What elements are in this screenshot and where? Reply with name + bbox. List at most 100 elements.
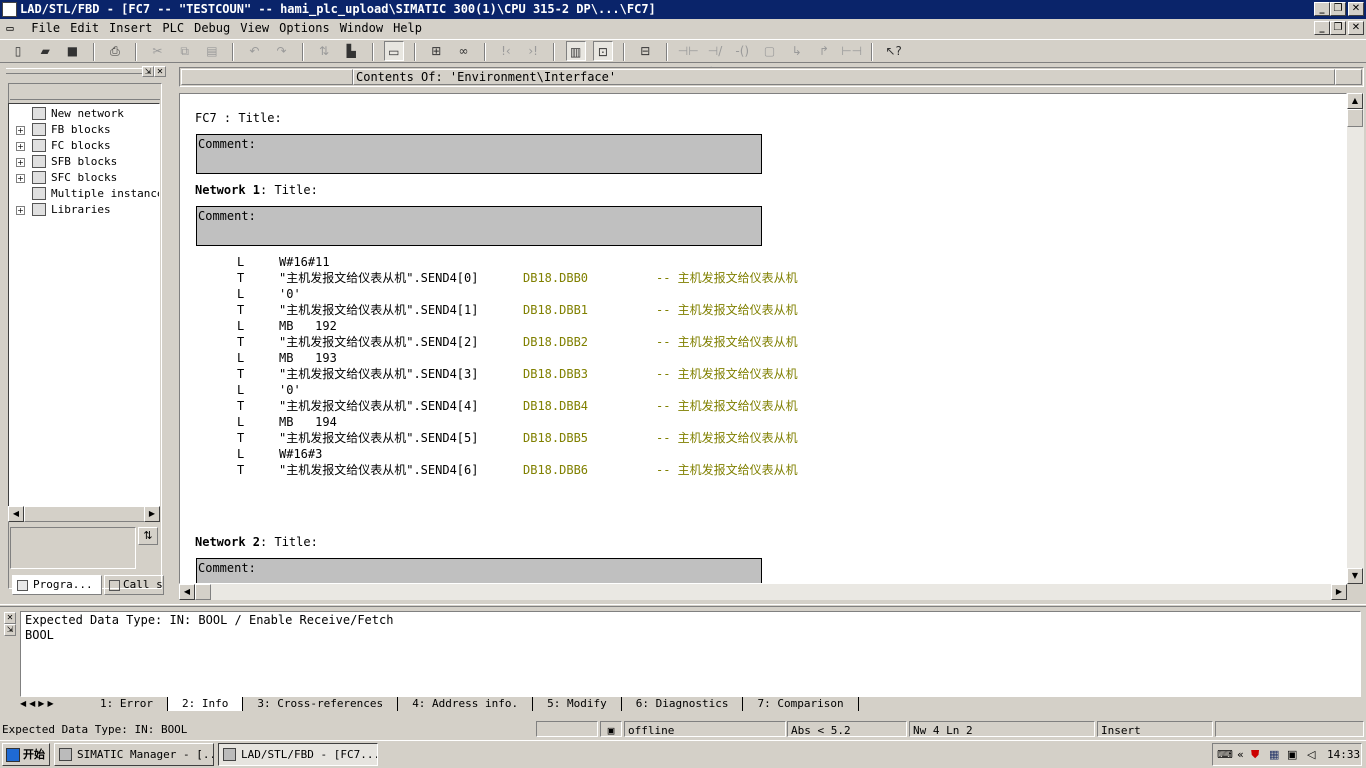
network-2-comment-box[interactable]: Comment: (196, 558, 762, 583)
shield-icon[interactable]: ⛊ (1251, 744, 1259, 765)
tree-item[interactable]: + SFB blocks (9, 154, 159, 170)
minimize-icon[interactable]: _ (1314, 2, 1330, 16)
menu-edit[interactable]: Edit (66, 19, 105, 38)
output-tab-5[interactable]: 5: Modify (533, 697, 622, 711)
monitor-icon[interactable]: ∞ (453, 41, 473, 61)
keyboard-icon[interactable]: ⌨ (1217, 744, 1233, 765)
menu-plc[interactable]: PLC (158, 19, 190, 38)
doc-close-icon[interactable]: ✕ (1348, 21, 1364, 35)
tree-item[interactable]: Multiple instances (9, 186, 159, 202)
output-tab-2[interactable]: 2: Info (167, 697, 244, 711)
document-menu-icon[interactable]: ▭ (0, 19, 20, 38)
code-editor[interactable]: FC7 : Title: Comment: Network 1: Title: … (179, 93, 1347, 584)
clock[interactable]: 14:33 (1327, 744, 1360, 765)
copy-icon[interactable]: ⧉ (175, 41, 195, 61)
output-float-icon[interactable]: ⇲ (4, 624, 16, 636)
editor-hscrollbar[interactable]: ◀ ▶ (179, 584, 1347, 600)
tree-item[interactable]: + Libraries (9, 202, 159, 218)
block-comment-box[interactable]: Comment: (196, 134, 762, 174)
details-icon[interactable]: ▥ (565, 41, 586, 61)
new-network-icon[interactable]: ⊟ (635, 41, 655, 61)
contact-icon[interactable]: ⊣⊢ (678, 41, 699, 61)
output-tab-1[interactable]: 1: Error (86, 697, 168, 711)
nc-contact-icon[interactable]: ⊣/⊢ (705, 41, 725, 78)
scroll-down-icon[interactable]: ▼ (1347, 568, 1363, 584)
menu-window[interactable]: Window (336, 19, 389, 38)
expand-icon[interactable]: + (16, 206, 25, 215)
branch-open-icon[interactable]: ↳ (787, 41, 807, 61)
menu-options[interactable]: Options (275, 19, 336, 38)
output-tab-7[interactable]: 7: Comparison (743, 697, 859, 711)
sync-icon[interactable]: ⇅ (138, 527, 158, 545)
overview-icon[interactable]: ▭ (383, 41, 404, 61)
redo-icon[interactable]: ↷ (272, 41, 292, 61)
output-tab-4[interactable]: 4: Address info. (398, 697, 534, 711)
pane-close-icon[interactable]: ✕ (154, 66, 166, 77)
first-error-icon[interactable]: !‹ (496, 41, 516, 61)
output-close-icon[interactable]: ✕ (4, 612, 16, 624)
scroll-up-icon[interactable]: ▲ (1347, 93, 1363, 109)
tree-item[interactable]: + SFC blocks (9, 170, 159, 186)
undo-icon[interactable]: ↶ (244, 41, 264, 61)
pane-float-icon[interactable]: ⇲ (142, 66, 154, 77)
scroll-thumb[interactable] (24, 506, 146, 522)
open-icon[interactable]: ▰ (35, 41, 55, 61)
coil-icon[interactable]: -() (732, 41, 752, 61)
expand-icon[interactable]: + (16, 174, 25, 183)
output-tab-6[interactable]: 6: Diagnostics (622, 697, 744, 711)
output-tab-3[interactable]: 3: Cross-references (243, 697, 399, 711)
hscroll-right-icon[interactable]: ▶ (1331, 584, 1347, 600)
connection-icon[interactable]: ⊢⊣ (841, 41, 862, 61)
scroll-right-icon[interactable]: ▶ (144, 506, 160, 522)
taskbar-button[interactable]: LAD/STL/FBD - [FC7... (218, 743, 378, 766)
maximize-icon[interactable]: ❐ (1330, 2, 1346, 16)
doc-minimize-icon[interactable]: _ (1314, 21, 1330, 35)
network-icon[interactable]: ⊞ (426, 41, 446, 61)
paste-icon[interactable]: ▤ (202, 41, 222, 61)
new-icon[interactable]: ▯ (8, 41, 28, 61)
tree-item[interactable]: + FC blocks (9, 138, 159, 154)
monitor-tray-icon[interactable]: ▣ (1287, 744, 1297, 765)
tree-hscrollbar[interactable]: ◀ ▶ (8, 506, 160, 522)
tab-program-elements[interactable]: Progra... (12, 575, 102, 595)
box-icon[interactable]: ▢ (760, 41, 780, 61)
expand-icon[interactable]: + (16, 126, 25, 135)
network-1-comment-box[interactable]: Comment: (196, 206, 762, 246)
help-icon[interactable]: ↖? (884, 41, 904, 61)
vscroll-thumb[interactable] (1347, 109, 1363, 127)
tab-call-structure[interactable]: Call s (104, 575, 164, 595)
start-button[interactable]: 开始 (2, 743, 50, 766)
splitter[interactable] (0, 604, 1366, 607)
interface-header-left[interactable] (181, 69, 353, 85)
scroll-left-icon[interactable]: ◀ (8, 506, 24, 522)
pane-gripper[interactable] (6, 68, 142, 74)
download-icon[interactable]: ▙ (341, 41, 361, 61)
network-tray-icon[interactable]: ▦ (1269, 744, 1279, 765)
window-title-bar[interactable]: LAD/STL/FBD - [FC7 -- "TESTCOUN" -- hami… (0, 0, 1366, 19)
expand-icon[interactable]: + (16, 142, 25, 151)
hscroll-left-icon[interactable]: ◀ (179, 584, 195, 600)
save-icon[interactable]: ■ (62, 41, 82, 61)
print-icon[interactable]: ⎙ (105, 41, 125, 61)
tree-item[interactable]: New network (9, 106, 159, 122)
tree-item[interactable]: + FB blocks (9, 122, 159, 138)
taskbar-button[interactable]: SIMATIC Manager - [... (54, 743, 214, 766)
menu-file[interactable]: File (27, 19, 66, 38)
volume-icon[interactable]: ◁ (1307, 744, 1315, 765)
menu-debug[interactable]: Debug (190, 19, 236, 38)
hscroll-thumb[interactable] (195, 584, 211, 600)
tab-scroll-icon[interactable]: ◀◀▶▶ (20, 697, 86, 711)
menu-view[interactable]: View (236, 19, 275, 38)
menu-insert[interactable]: Insert (105, 19, 158, 38)
close-icon[interactable]: ✕ (1348, 2, 1364, 16)
branch-close-icon[interactable]: ↱ (814, 41, 834, 61)
next-error-icon[interactable]: ›! (523, 41, 543, 61)
editor-vscrollbar[interactable]: ▲ ▼ (1347, 93, 1364, 584)
load-icon[interactable]: ⇅ (314, 41, 334, 61)
tray-expand-icon[interactable]: « (1237, 744, 1244, 765)
program-elements-icon[interactable]: ⊡ (592, 41, 613, 61)
doc-restore-icon[interactable]: ❐ (1330, 21, 1346, 35)
menu-help[interactable]: Help (389, 19, 428, 38)
cut-icon[interactable]: ✂ (147, 41, 167, 61)
expand-icon[interactable]: + (16, 158, 25, 167)
